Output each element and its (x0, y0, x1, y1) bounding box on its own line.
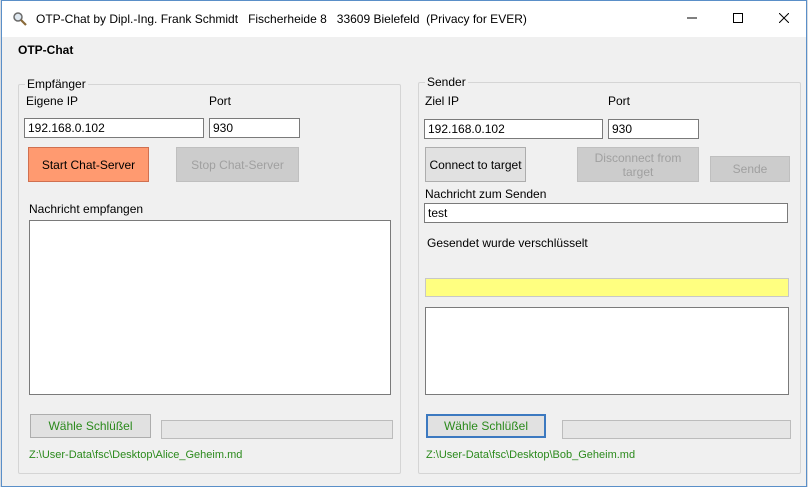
receiver-group-title: Empfänger (25, 77, 88, 91)
target-ip-label: Ziel IP (425, 94, 460, 108)
close-icon (778, 12, 790, 26)
message-to-send-input[interactable] (424, 203, 788, 223)
disconnect-from-target-button[interactable]: Disconnect from target (577, 147, 699, 182)
maximize-icon (733, 12, 743, 26)
start-chat-server-button[interactable]: Start Chat-Server (28, 147, 149, 182)
app-heading: OTP-Chat (18, 43, 74, 57)
close-button[interactable] (761, 1, 806, 37)
encrypted-output-field (425, 278, 789, 297)
receiver-key-path: Z:\User-Data\fsc\Desktop\Alice_Geheim.md (29, 449, 243, 461)
sender-progress-bar (562, 420, 791, 439)
send-button[interactable]: Sende (710, 156, 790, 182)
own-ip-label: Eigene IP (26, 94, 79, 108)
minimize-icon (687, 12, 697, 26)
own-ip-input[interactable] (24, 118, 204, 138)
receiver-port-label: Port (209, 94, 232, 108)
message-to-send-label: Nachricht zum Senden (425, 187, 547, 201)
target-ip-input[interactable] (424, 119, 603, 139)
sender-group-title: Sender (425, 75, 468, 89)
received-message-area[interactable] (29, 220, 391, 395)
sender-key-path: Z:\User-Data\fsc\Desktop\Bob_Geheim.md (426, 449, 636, 461)
sender-port-label: Port (608, 94, 631, 108)
stop-chat-server-button[interactable]: Stop Chat-Server (176, 147, 299, 182)
window-title: OTP-Chat by Dipl.-Ing. Frank Schmidt Fis… (36, 12, 527, 26)
sent-encrypted-label: Gesendet wurde verschlüsselt (427, 236, 588, 250)
main-window: OTP-Chat by Dipl.-Ing. Frank Schmidt Fis… (1, 0, 807, 487)
received-message-label: Nachricht empfangen (29, 202, 144, 216)
sender-choose-key-button[interactable]: Wähle Schlüßel (426, 414, 546, 438)
sender-port-input[interactable] (608, 119, 699, 139)
receiver-choose-key-button[interactable]: Wähle Schlüßel (30, 414, 151, 438)
sender-log-area[interactable] (425, 307, 789, 395)
maximize-button[interactable] (715, 1, 761, 37)
receiver-port-input[interactable] (209, 118, 300, 138)
minimize-button[interactable] (669, 1, 715, 37)
connect-to-target-button[interactable]: Connect to target (425, 147, 526, 182)
title-bar[interactable]: OTP-Chat by Dipl.-Ing. Frank Schmidt Fis… (2, 1, 806, 37)
receiver-progress-bar (161, 420, 393, 439)
magnifier-key-icon (12, 11, 28, 27)
